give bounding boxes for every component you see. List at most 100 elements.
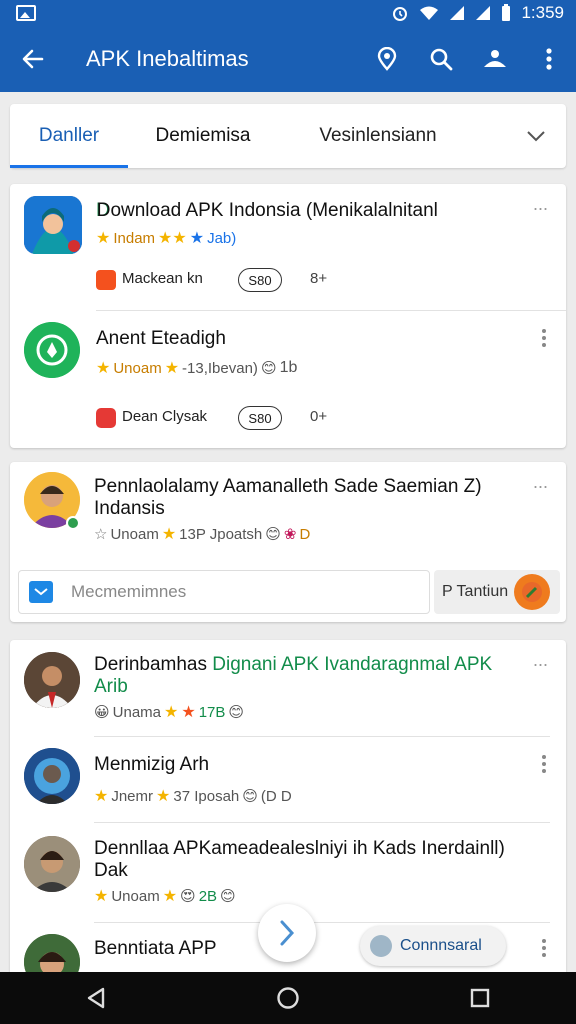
tab-3[interactable]: Vesinlensiann: [278, 104, 478, 168]
nav-back-button[interactable]: [66, 972, 126, 1024]
location-button[interactable]: [360, 26, 414, 92]
more-button[interactable]: [522, 26, 576, 92]
download-count: 8+: [310, 270, 328, 287]
feed-title-line-1: Dennllaa APKameadealeslniyi ih Kads Iner…: [94, 838, 505, 859]
item-menu-button[interactable]: [534, 752, 554, 776]
star-icon: ★: [96, 230, 111, 247]
item-menu-button[interactable]: ···: [528, 654, 552, 674]
post-title-line-1: Pennlaolalamy Aamanalleth Sade Saemian Z…: [94, 476, 482, 497]
feed-title[interactable]: Benntiata APP: [94, 938, 217, 960]
meta-value: 2B: [198, 887, 218, 905]
feed-meta: 😀 Unama ★ ★ 17B 😊: [94, 702, 244, 722]
feed-title-dark: Derinbamhas: [94, 654, 207, 675]
chip-label: Connnsaral: [400, 937, 482, 954]
star-icon: ★: [181, 704, 196, 721]
feed-title[interactable]: Derinbamhas Dignani APK Ivandaragnmal AP…: [94, 654, 524, 698]
star-icon: ★: [94, 788, 109, 805]
post-card: Pennlaolalamy Aamanalleth Sade Saemian Z…: [10, 462, 566, 622]
back-button[interactable]: [0, 26, 66, 92]
shield-icon: [24, 322, 80, 378]
emoji-icon: 😊: [265, 526, 281, 543]
app-icon[interactable]: [24, 196, 82, 254]
tab-2[interactable]: Demiemisa: [128, 104, 278, 168]
tab-1[interactable]: Danller: [10, 104, 128, 168]
conversation-chip[interactable]: Connnsaral: [360, 926, 506, 966]
rating-label: Unoam: [113, 359, 162, 377]
meta-value: 13P Jpoatsh: [179, 525, 263, 543]
item-menu-button[interactable]: ···: [528, 198, 552, 218]
next-fab-button[interactable]: [258, 904, 316, 962]
star-icon: ★: [94, 888, 109, 905]
post-title[interactable]: Pennlaolalamy Aamanalleth Sade Saemian Z…: [94, 476, 534, 520]
account-button[interactable]: [468, 26, 522, 92]
person-icon: [484, 50, 506, 67]
emoji-icon: 😀: [94, 704, 110, 721]
avatar[interactable]: [24, 748, 80, 804]
divider: [94, 736, 550, 737]
location-pin-icon: [377, 47, 397, 71]
nav-home-button[interactable]: [258, 972, 318, 1024]
rating-label: Indam: [113, 229, 156, 247]
feed-title-line-2: Arib: [94, 676, 128, 697]
emoji-icon: 😊: [228, 704, 245, 721]
person-portrait-icon: [24, 836, 80, 892]
app-badge-icon: [96, 408, 116, 428]
tab-dropdown-button[interactable]: [506, 104, 566, 168]
item-menu-button[interactable]: ···: [528, 476, 552, 496]
tab-bar: Danller Demiemisa Vesinlensiann: [10, 104, 566, 168]
emoji-icon: 😊: [220, 888, 236, 905]
feed-meta: ★ Jnemr ★ 37 Iposah 😊 (D D: [94, 786, 292, 806]
post-title-line-2: Indansis: [94, 498, 165, 519]
app-rating: ★ Indam ★★ ★ Jab): [96, 228, 236, 248]
item-menu-button[interactable]: [534, 326, 554, 350]
divider: [94, 922, 550, 923]
app-card-1: DDownload APK Indonsia (Menikalalnitanl …: [10, 184, 566, 448]
avatar[interactable]: [24, 652, 80, 708]
gallery-icon: [16, 5, 36, 21]
feed-title-green: Dignani APK Ivandaragnmal APK: [212, 654, 493, 675]
app-title[interactable]: Anent Eteadigh: [96, 328, 226, 350]
meta-value: 17B: [198, 703, 226, 721]
post-meta: ☆ Unoam ★ 13P Jpoatsh 😊 ❀ D: [94, 524, 310, 544]
edit-icon: [514, 574, 550, 610]
developer-label: Dean Clysak: [122, 408, 208, 425]
feed-title[interactable]: Menmizig Arh: [94, 754, 209, 776]
message-icon: [29, 581, 53, 603]
status-bar: 1:359: [0, 0, 576, 26]
comment-input[interactable]: Mecmemimnes: [18, 570, 430, 614]
circle-home-icon: [277, 987, 299, 1009]
meta-extra: D: [299, 525, 311, 543]
emoji-icon: 😊: [242, 788, 258, 805]
app-rating: ★ Unoam ★ -13,Ibevan) 😊 1b: [96, 358, 297, 378]
avatar-mini-icon: [370, 935, 392, 957]
status-time: 1:359: [521, 3, 564, 22]
battery-icon: [502, 4, 511, 21]
square-recents-icon: [470, 988, 490, 1008]
person-portrait-icon: [24, 196, 82, 254]
emoji-icon: 😍: [180, 888, 196, 905]
rating-value: Jab): [207, 229, 237, 247]
search-icon: [430, 48, 453, 71]
app-bar-title: APK Inebaltimas: [86, 46, 249, 71]
star-icon: ★: [161, 526, 177, 543]
app-icon[interactable]: [24, 322, 80, 378]
search-button[interactable]: [414, 26, 468, 92]
rating-value: -13,Ibevan): [182, 359, 258, 377]
size-pill[interactable]: S80: [238, 268, 282, 292]
system-nav-bar: [0, 972, 576, 1024]
item-menu-button[interactable]: [534, 936, 554, 960]
star-outline-icon: ☆: [94, 526, 108, 543]
person-portrait-icon: [24, 748, 80, 804]
rating-extra: 1b: [279, 359, 298, 376]
send-button[interactable]: P Tantiun: [434, 570, 560, 614]
meta-label: Jnemr: [111, 787, 154, 805]
app-title[interactable]: DDownload APK Indonsia (Menikalalnitanl: [96, 200, 516, 222]
meta-label: Unoam: [110, 525, 159, 543]
person-portrait-icon: [24, 652, 80, 708]
download-count: 0+: [310, 408, 328, 425]
avatar[interactable]: [24, 836, 80, 892]
emoji-icon: ❀: [283, 526, 297, 543]
feed-title[interactable]: Dennllaa APKameadealeslniyi ih Kads Iner…: [94, 838, 534, 882]
size-pill[interactable]: S80: [238, 406, 282, 430]
nav-recents-button[interactable]: [450, 972, 510, 1024]
